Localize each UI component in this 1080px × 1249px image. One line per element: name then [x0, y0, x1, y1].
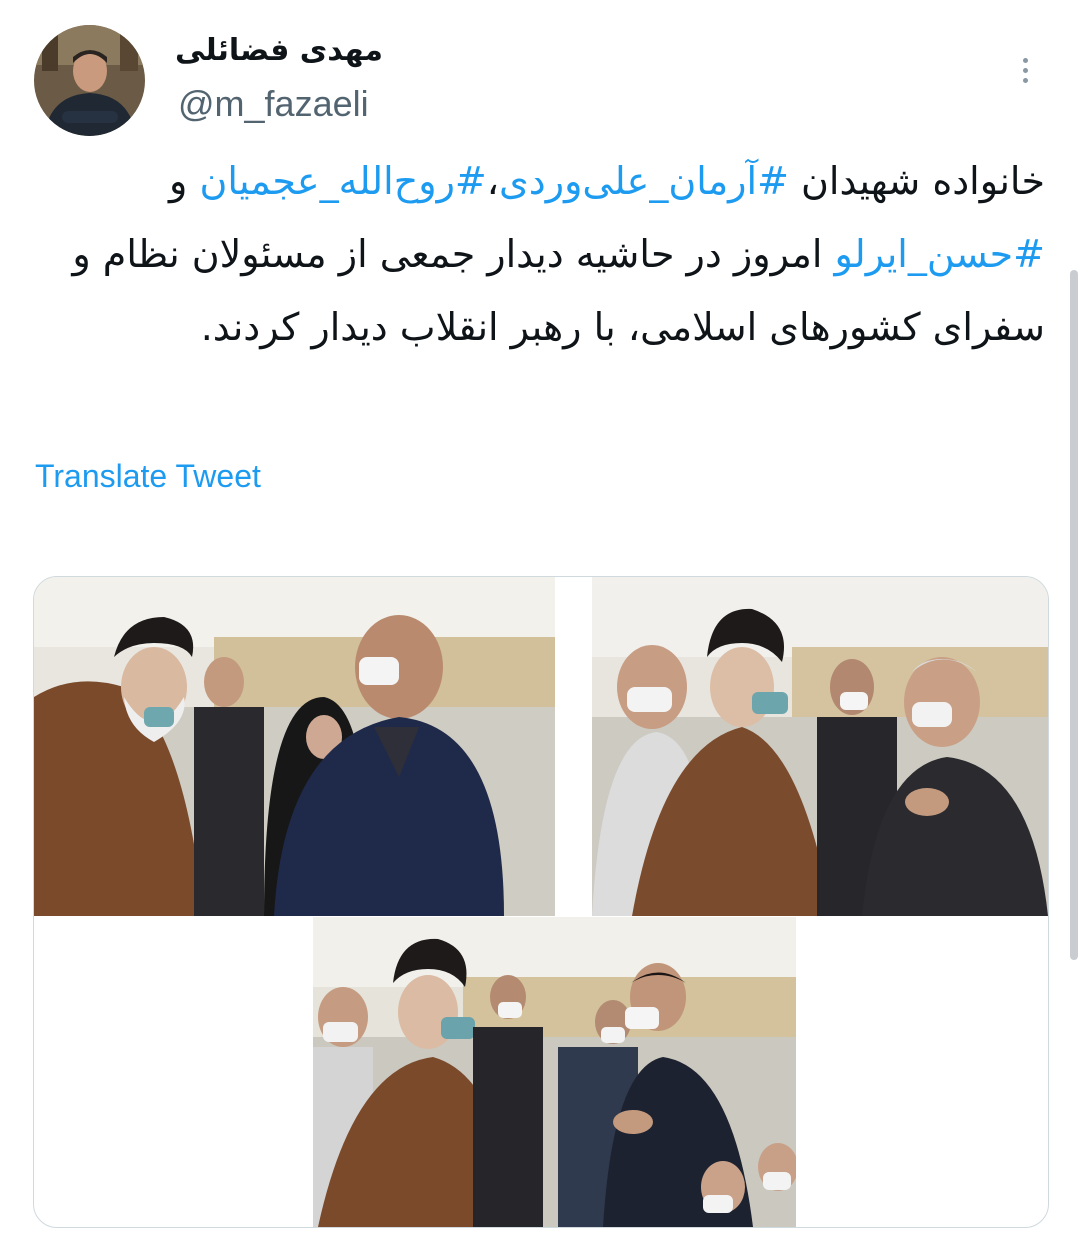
avatar[interactable] [34, 25, 145, 136]
hashtag-link[interactable]: #روح‌الله_عجمیان [199, 159, 486, 203]
tweet-text-separator: ، [486, 159, 500, 203]
media-grid [33, 576, 1049, 1228]
scrollbar[interactable] [1070, 270, 1078, 960]
more-vertical-icon-dot [1022, 67, 1028, 73]
more-vertical-icon-dot [1022, 77, 1028, 83]
tweet-text: خانواده شهیدان #آرمان_علی‌وردی،#روح‌الله… [60, 145, 1045, 364]
tweet-photo-2[interactable] [592, 577, 1048, 916]
hashtag-link[interactable]: #حسن_ایرلو [835, 232, 1045, 276]
author-display-name[interactable]: مهدی فضائلی [175, 33, 383, 68]
more-options-button[interactable] [1008, 50, 1042, 90]
author-handle[interactable]: @m_fazaeli [178, 83, 369, 125]
tweet-photo-3[interactable] [313, 917, 796, 1227]
tweet-text-prefix: خانواده شهیدان [788, 159, 1045, 203]
tweet-photo-1[interactable] [34, 577, 555, 916]
avatar-image [34, 25, 145, 136]
hashtag-link[interactable]: #آرمان_علی‌وردی [499, 159, 789, 203]
more-vertical-icon [1022, 57, 1028, 63]
tweet-text-conjunction: و [169, 159, 200, 203]
translate-tweet-link[interactable]: Translate Tweet [35, 458, 261, 495]
